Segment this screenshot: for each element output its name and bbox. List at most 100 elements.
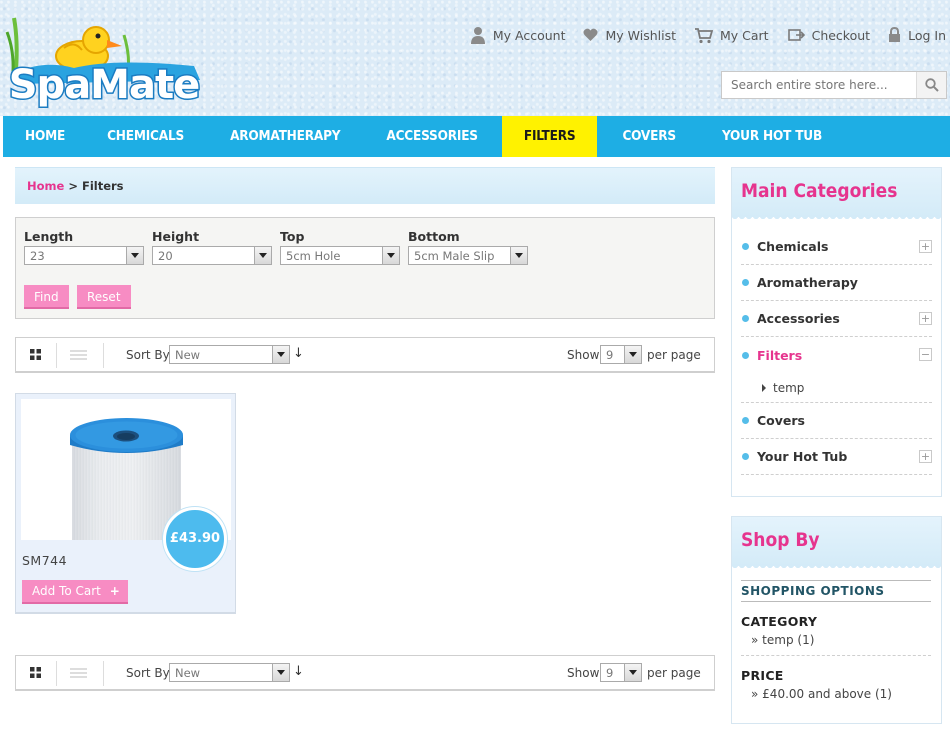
lock-icon [889,27,901,42]
my-cart-label: My Cart [720,27,769,43]
grid-view-icon[interactable] [30,667,41,678]
sort-direction-icon[interactable]: ↓ [293,664,304,679]
filter-length-select[interactable]: 23 [24,246,144,265]
expand-icon[interactable]: + [919,312,932,325]
nav-filters[interactable]: FILTERS [501,116,598,157]
filter-top: Top 5cm Hole [280,229,400,265]
show-label: Show [567,348,600,362]
my-wishlist-link[interactable]: My Wishlist [583,28,676,43]
sort-by-label: Sort By [126,666,170,680]
nav-accessories[interactable]: ACCESSORIES [363,116,501,157]
user-icon [470,27,485,44]
find-button[interactable]: Find [24,285,69,309]
category-label: Covers [757,413,805,428]
filter-top-value: 5cm Hole [286,248,341,263]
sort-by-select[interactable]: New [169,663,290,682]
shop-by-block: Shop By SHOPPING OPTIONS CATEGORY » temp… [731,516,942,724]
breadcrumb: Home > Filters [15,167,715,204]
show-limit-select[interactable]: 9 [600,345,642,364]
filter-height-value: 20 [158,248,173,263]
price-filter-option[interactable]: » £40.00 and above (1) [741,687,931,701]
search-input[interactable] [722,72,916,98]
filter-bottom-select[interactable]: 5cm Male Slip [408,246,528,265]
product-name[interactable]: SM744 [22,553,67,568]
filter-length: Length 23 [24,229,144,265]
category-list: Chemicals + Aromatherapy Accessories + F… [732,217,941,475]
price-filter-heading: PRICE [741,668,784,683]
nav-covers[interactable]: COVERS [597,116,699,157]
filter-height-select[interactable]: 20 [152,246,272,265]
filter-top-select[interactable]: 5cm Hole [280,246,400,265]
sidebar-item-your-hot-tub[interactable]: Your Hot Tub + [741,439,932,475]
toolbar-bottom: Sort By New ↓ Show 9 per page [15,655,715,691]
sort-by-select[interactable]: New [169,345,290,364]
chevron-down-icon [272,346,289,363]
nav-home[interactable]: HOME [3,116,87,157]
category-label: Chemicals [757,239,829,254]
category-filter-heading: CATEGORY [741,614,818,629]
my-cart-link[interactable]: My Cart [694,27,769,44]
category-label: Your Hot Tub [757,449,848,464]
caret-right-icon [762,383,766,392]
double-chevron-icon: » [751,633,759,647]
login-label: Log In [908,27,946,43]
show-limit-select[interactable]: 9 [600,663,642,682]
per-page-label: per page [647,348,701,362]
sidebar-subitem-temp[interactable]: temp [741,373,932,403]
list-view-icon[interactable] [70,668,87,678]
spamate-logo[interactable]: SpaMate [4,10,209,110]
category-filter-option[interactable]: » temp (1) [741,633,931,647]
collapse-icon[interactable]: − [919,348,932,361]
sidebar-item-accessories[interactable]: Accessories + [741,301,932,337]
category-label: Filters [757,347,803,363]
top-links: My Account My Wishlist My Cart Checkout … [452,26,946,44]
main-categories-title: Main Categories [732,168,941,221]
show-label: Show [567,666,600,680]
main-nav: HOME CHEMICALS AROMATHERAPY ACCESSORIES … [3,116,950,157]
sidebar-item-aromatherapy[interactable]: Aromatherapy [741,265,932,301]
filter-bottom-label: Bottom [408,229,460,244]
sort-direction-icon[interactable]: ↓ [293,346,304,361]
my-wishlist-label: My Wishlist [605,27,676,43]
sidebar-item-filters[interactable]: Filters − [741,337,932,373]
nav-aromatherapy[interactable]: AROMATHERAPY [207,116,363,157]
list-view-icon[interactable] [70,350,87,360]
shop-by-title: Shop By [732,517,941,570]
heart-icon [583,28,599,41]
category-label: Accessories [757,311,840,326]
bullet-icon [742,279,749,286]
login-link[interactable]: Log In [888,27,946,43]
nav-your-hot-tub[interactable]: YOUR HOT TUB [700,116,844,157]
filter-panel: Length 23 Height 20 Top 5cm Hole Bottom … [15,217,715,319]
filter-top-label: Top [280,229,305,244]
sort-by-value: New [175,347,201,362]
my-account-link[interactable]: My Account [470,26,566,44]
search-box [721,71,947,99]
checkout-link[interactable]: Checkout [787,27,870,44]
add-to-cart-button[interactable]: Add To Cart + [22,580,128,604]
price-filter-option-label: £40.00 and above (1) [762,687,892,701]
expand-icon[interactable]: + [919,240,932,253]
filter-bottom: Bottom 5cm Male Slip [408,229,528,265]
filter-bottom-value: 5cm Male Slip [414,248,495,263]
sidebar-item-covers[interactable]: Covers [741,403,932,439]
sidebar-item-chemicals[interactable]: Chemicals + [741,229,932,265]
bullet-icon [742,315,749,322]
product-card: £43.90 SM744 Add To Cart + [15,393,236,614]
bullet-icon [742,453,749,460]
double-chevron-icon: » [751,687,759,701]
nav-chemicals[interactable]: CHEMICALS [87,116,207,157]
category-label: Aromatherapy [757,275,858,290]
subcategory-label: temp [773,380,805,395]
expand-icon[interactable]: + [919,450,932,463]
reset-button[interactable]: Reset [77,285,131,309]
chevron-down-icon [254,247,271,264]
search-button[interactable] [916,72,946,98]
header: SpaMate My Account My Wishlist My Cart C… [0,0,950,116]
breadcrumb-home-link[interactable]: Home [27,179,64,193]
filter-length-label: Length [24,229,74,244]
grid-view-icon[interactable] [30,349,41,360]
per-page-label: per page [647,666,701,680]
my-account-label: My Account [492,27,566,43]
cart-icon [695,27,713,43]
